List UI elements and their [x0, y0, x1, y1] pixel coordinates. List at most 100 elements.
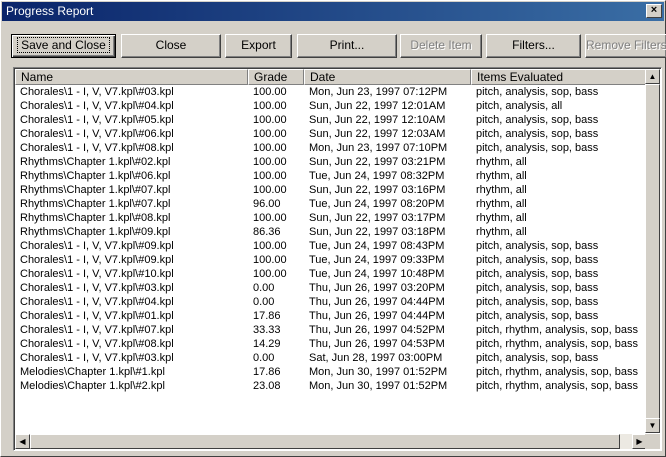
cell-items-evaluated: pitch, analysis, sop, bass — [476, 128, 599, 140]
progress-report-window: Progress Report × Save and Close Close E… — [0, 0, 666, 457]
cell-items-evaluated: pitch, rhythm, analysis, sop, bass — [476, 324, 639, 336]
remove-filters-button[interactable]: Remove Filters — [585, 34, 666, 58]
cell-name: Chorales\1 - I, V, V7.kpl\#03.kpl — [20, 352, 174, 364]
cell-name: Chorales\1 - I, V, V7.kpl\#07.kpl — [20, 324, 174, 336]
cell-items-evaluated: pitch, analysis, sop, bass — [476, 296, 599, 308]
table-row[interactable]: Chorales\1 - I, V, V7.kpl\#09.kpl 100.00 T… — [15, 240, 647, 253]
cell-items-evaluated: pitch, analysis, sop, bass — [476, 282, 599, 294]
horizontal-scrollbar[interactable]: ◀ ▶ — [15, 434, 647, 449]
vertical-scroll-thumb[interactable] — [645, 84, 660, 426]
table-row[interactable]: Chorales\1 - I, V, V7.kpl\#04.kpl 0.00 Thu… — [15, 296, 647, 309]
table-row[interactable]: Melodies\Chapter 1.kpl\#1.kpl 17.86 Mon, J… — [15, 366, 647, 379]
cell-grade: 23.08 — [253, 380, 281, 392]
cell-items-evaluated: rhythm, all — [476, 226, 527, 238]
scroll-left-icon[interactable]: ◀ — [15, 434, 30, 449]
cell-date: Mon, Jun 30, 1997 01:52PM — [309, 366, 448, 378]
column-header-name[interactable]: Name — [15, 69, 248, 85]
cell-grade: 0.00 — [253, 282, 275, 294]
table-body: Chorales\1 - I, V, V7.kpl\#03.kpl 100.00 M… — [15, 85, 647, 433]
column-header-grade[interactable]: Grade — [248, 69, 304, 85]
cell-items-evaluated: rhythm, all — [476, 198, 527, 210]
table-row[interactable]: Chorales\1 - I, V, V7.kpl\#03.kpl 100.00 M… — [15, 86, 647, 99]
cell-items-evaluated: rhythm, all — [476, 184, 527, 196]
cell-grade: 0.00 — [253, 352, 275, 364]
cell-items-evaluated: pitch, rhythm, analysis, sop, bass — [476, 338, 639, 350]
table-row[interactable]: Chorales\1 - I, V, V7.kpl\#03.kpl 0.00 Thu… — [15, 282, 647, 295]
close-icon[interactable]: × — [646, 4, 662, 18]
cell-date: Sun, Jun 22, 1997 03:16PM — [309, 184, 446, 196]
cell-grade: 17.86 — [253, 366, 281, 378]
cell-grade: 100.00 — [253, 268, 287, 280]
window-title: Progress Report — [6, 4, 94, 18]
cell-grade: 0.00 — [253, 296, 275, 308]
table-row[interactable]: Chorales\1 - I, V, V7.kpl\#06.kpl 100.00 S… — [15, 128, 647, 141]
table-row[interactable]: Chorales\1 - I, V, V7.kpl\#04.kpl 100.00 S… — [15, 100, 647, 113]
cell-name: Rhythms\Chapter 1.kpl\#08.kpl — [20, 212, 171, 224]
cell-date: Sun, Jun 22, 1997 03:18PM — [309, 226, 446, 238]
cell-date: Thu, Jun 26, 1997 04:53PM — [309, 338, 445, 350]
table-row[interactable]: Rhythms\Chapter 1.kpl\#02.kpl 100.00 Sun, … — [15, 156, 647, 169]
cell-grade: 100.00 — [253, 86, 287, 98]
cell-date: Sun, Jun 22, 1997 03:17PM — [309, 212, 446, 224]
table-row[interactable]: Chorales\1 - I, V, V7.kpl\#03.kpl 0.00 Sat… — [15, 352, 647, 365]
cell-name: Rhythms\Chapter 1.kpl\#06.kpl — [20, 170, 171, 182]
cell-date: Sun, Jun 22, 1997 12:03AM — [309, 128, 446, 140]
cell-name: Rhythms\Chapter 1.kpl\#07.kpl — [20, 184, 171, 196]
cell-items-evaluated: pitch, analysis, sop, bass — [476, 114, 599, 126]
table-row[interactable]: Chorales\1 - I, V, V7.kpl\#07.kpl 33.33 Th… — [15, 324, 647, 337]
cell-items-evaluated: rhythm, all — [476, 156, 527, 168]
cell-name: Chorales\1 - I, V, V7.kpl\#09.kpl — [20, 254, 174, 266]
progress-table[interactable]: Name Grade Date Items Evaluated Chorales… — [13, 67, 662, 451]
table-row[interactable]: Rhythms\Chapter 1.kpl\#06.kpl 100.00 Tue, … — [15, 170, 647, 183]
table-header: Name Grade Date Items Evaluated — [15, 69, 647, 85]
cell-name: Chorales\1 - I, V, V7.kpl\#03.kpl — [20, 282, 174, 294]
table-row[interactable]: Melodies\Chapter 1.kpl\#2.kpl 23.08 Mon, J… — [15, 380, 647, 393]
column-header-date[interactable]: Date — [304, 69, 471, 85]
cell-grade: 100.00 — [253, 156, 287, 168]
cell-items-evaluated: pitch, analysis, sop, bass — [476, 254, 599, 266]
delete-item-button[interactable]: Delete Item — [400, 34, 482, 58]
print-button[interactable]: Print... — [297, 34, 397, 58]
cell-items-evaluated: rhythm, all — [476, 212, 527, 224]
table-row[interactable]: Chorales\1 - I, V, V7.kpl\#08.kpl 14.29 Th… — [15, 338, 647, 351]
cell-date: Sun, Jun 22, 1997 12:10AM — [309, 114, 446, 126]
cell-grade: 100.00 — [253, 128, 287, 140]
export-button[interactable]: Export — [225, 34, 292, 58]
table-row[interactable]: Rhythms\Chapter 1.kpl\#09.kpl 86.36 Sun, J… — [15, 226, 647, 239]
table-row[interactable]: Chorales\1 - I, V, V7.kpl\#08.kpl 100.00 M… — [15, 142, 647, 155]
cell-grade: 100.00 — [253, 100, 287, 112]
cell-date: Thu, Jun 26, 1997 03:20PM — [309, 282, 445, 294]
close-button[interactable]: Close — [121, 34, 221, 58]
cell-date: Sun, Jun 22, 1997 03:21PM — [309, 156, 446, 168]
cell-date: Thu, Jun 26, 1997 04:44PM — [309, 310, 445, 322]
cell-items-evaluated: pitch, analysis, sop, bass — [476, 268, 599, 280]
table-row[interactable]: Chorales\1 - I, V, V7.kpl\#05.kpl 100.00 S… — [15, 114, 647, 127]
table-row[interactable]: Chorales\1 - I, V, V7.kpl\#10.kpl 100.00 T… — [15, 268, 647, 281]
table-row[interactable]: Rhythms\Chapter 1.kpl\#08.kpl 100.00 Sun, … — [15, 212, 647, 225]
cell-name: Rhythms\Chapter 1.kpl\#02.kpl — [20, 156, 171, 168]
table-row[interactable]: Chorales\1 - I, V, V7.kpl\#09.kpl 100.00 T… — [15, 254, 647, 267]
vertical-scrollbar[interactable]: ▲ ▼ — [645, 69, 660, 433]
cell-name: Chorales\1 - I, V, V7.kpl\#06.kpl — [20, 128, 174, 140]
cell-items-evaluated: pitch, analysis, sop, bass — [476, 240, 599, 252]
filters-button[interactable]: Filters... — [486, 34, 581, 58]
scroll-down-icon[interactable]: ▼ — [645, 418, 660, 433]
scroll-up-icon[interactable]: ▲ — [645, 69, 660, 84]
cell-grade: 100.00 — [253, 212, 287, 224]
column-header-items-evaluated[interactable]: Items Evaluated — [471, 69, 647, 85]
cell-grade: 17.86 — [253, 310, 281, 322]
horizontal-scroll-thumb[interactable] — [30, 434, 620, 449]
cell-items-evaluated: pitch, analysis, all — [476, 100, 563, 112]
cell-date: Tue, Jun 24, 1997 10:48PM — [309, 268, 445, 280]
table-row[interactable]: Chorales\1 - I, V, V7.kpl\#01.kpl 17.86 Th… — [15, 310, 647, 323]
cell-date: Tue, Jun 24, 1997 08:32PM — [309, 170, 445, 182]
cell-items-evaluated: pitch, analysis, sop, bass — [476, 142, 599, 154]
cell-name: Chorales\1 - I, V, V7.kpl\#09.kpl — [20, 240, 174, 252]
cell-items-evaluated: pitch, rhythm, analysis, sop, bass — [476, 366, 639, 378]
cell-date: Thu, Jun 26, 1997 04:44PM — [309, 296, 445, 308]
table-row[interactable]: Rhythms\Chapter 1.kpl\#07.kpl 100.00 Sun, … — [15, 184, 647, 197]
table-row[interactable]: Rhythms\Chapter 1.kpl\#07.kpl 96.00 Tue, J… — [15, 198, 647, 211]
save-and-close-button[interactable]: Save and Close — [11, 34, 116, 58]
cell-grade: 96.00 — [253, 198, 281, 210]
cell-name: Rhythms\Chapter 1.kpl\#09.kpl — [20, 226, 171, 238]
